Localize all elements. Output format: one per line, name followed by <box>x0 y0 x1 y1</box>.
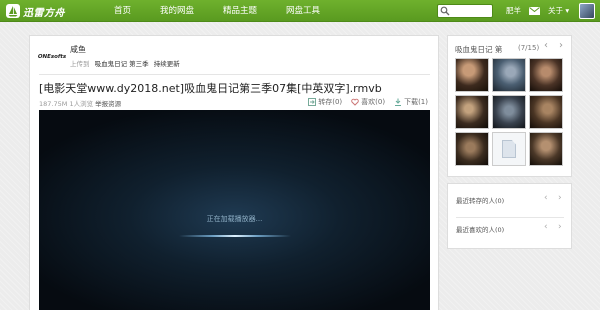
episode-next-arrow-icon[interactable]: › <box>559 41 563 51</box>
visitor-count: 1人浏览 <box>69 100 94 108</box>
about-menu[interactable]: 关于 ▾ <box>548 0 569 22</box>
document-icon <box>502 140 516 158</box>
episode-panel: 吸血鬼日记 第 (7/15) ‹ › <box>447 35 572 177</box>
file-actions: 转存(0) 喜欢(0) 下载(1) <box>308 97 428 107</box>
chevron-down-icon: ▾ <box>565 6 570 15</box>
episode-thumbnail[interactable] <box>529 58 563 92</box>
search-box <box>437 4 493 18</box>
episode-thumbnail[interactable] <box>455 95 489 129</box>
file-size: 187.75M <box>39 100 68 108</box>
uploader-avatar[interactable]: ONEsofts <box>38 47 66 67</box>
ark-sail-icon <box>6 4 20 18</box>
episode-thumbnail[interactable] <box>492 95 526 129</box>
episode-thumbnail[interactable] <box>492 132 526 166</box>
uploader-name[interactable]: 咸鱼 <box>70 44 86 55</box>
main-nav: 首页 我的网盘 精品主题 网盘工具 <box>108 0 343 22</box>
episode-prev-arrow-icon[interactable]: ‹ <box>544 41 548 51</box>
download-icon <box>395 98 402 106</box>
file-title: [电影天堂www.dy2018.net]吸血鬼日记第三季07集[中英双字].rm… <box>39 82 382 95</box>
nav-home[interactable]: 首页 <box>108 0 137 22</box>
brand-logo[interactable]: 迅雷方舟 <box>6 3 65 19</box>
forward-button[interactable]: 转存(0) <box>308 97 342 107</box>
brand-name: 迅雷方舟 <box>23 7 65 19</box>
episode-thumbnail[interactable] <box>529 95 563 129</box>
mail-icon[interactable] <box>529 7 540 15</box>
search-input[interactable] <box>452 5 492 17</box>
related-users-panel: 最近转存的人(0) ‹ › 最近喜欢的人(0) ‹ › <box>447 183 572 249</box>
like-button[interactable]: 喜欢(0) <box>351 97 385 107</box>
episode-panel-title: 吸血鬼日记 第 <box>455 45 503 54</box>
recent-forwarded-label: 最近转存的人(0) <box>456 197 505 205</box>
video-player[interactable]: 正在加载播放器... <box>39 110 430 310</box>
folder-link-updating[interactable]: 持续更新 <box>154 60 180 68</box>
nav-disk-tools[interactable]: 网盘工具 <box>280 0 326 22</box>
forwarded-next-arrow-icon[interactable]: › <box>558 194 562 203</box>
file-meta: 187.75M 1人浏览 举报资源 <box>39 98 121 108</box>
divider <box>456 217 564 218</box>
heart-icon <box>351 98 359 106</box>
episode-thumbnail-grid <box>455 58 567 166</box>
file-detail-panel: ONEsofts 咸鱼 上传到 吸血鬼日记 第三季 持续更新 [电影天堂www.… <box>29 35 439 310</box>
download-button[interactable]: 下载(1) <box>394 97 428 107</box>
episode-thumbnail[interactable] <box>529 132 563 166</box>
download-label: 下载(1) <box>404 98 428 106</box>
liked-next-arrow-icon[interactable]: › <box>558 223 562 232</box>
forward-icon <box>308 98 317 106</box>
forward-label: 转存(0) <box>318 98 343 106</box>
episode-thumbnail[interactable] <box>492 58 526 92</box>
like-label: 喜欢(0) <box>361 98 386 106</box>
nav-my-disk[interactable]: 我的网盘 <box>154 0 200 22</box>
player-loading-text: 正在加载播放器... <box>206 215 263 223</box>
report-link[interactable]: 举报资源 <box>95 100 121 108</box>
avatar[interactable] <box>579 3 595 19</box>
recent-liked-label: 最近喜欢的人(0) <box>456 226 505 234</box>
upload-location: 上传到 吸血鬼日记 第三季 持续更新 <box>70 58 180 68</box>
episode-thumbnail[interactable] <box>455 132 489 166</box>
loading-bar <box>179 235 291 237</box>
nav-featured-topics[interactable]: 精品主题 <box>217 0 263 22</box>
top-nav-bar: 迅雷方舟 首页 我的网盘 精品主题 网盘工具 肥羊 关于 ▾ <box>0 0 600 22</box>
upload-prefix: 上传到 <box>70 60 90 68</box>
liked-prev-arrow-icon[interactable]: ‹ <box>544 223 548 232</box>
folder-link-season[interactable]: 吸血鬼日记 第三季 <box>95 60 149 68</box>
episode-count: (7/15) <box>518 44 540 52</box>
divider <box>39 74 430 75</box>
search-icon[interactable] <box>440 6 450 16</box>
about-label: 关于 <box>548 6 563 15</box>
user-name-link[interactable]: 肥羊 <box>506 0 521 22</box>
episode-thumbnail[interactable] <box>455 58 489 92</box>
forwarded-prev-arrow-icon[interactable]: ‹ <box>544 194 548 203</box>
